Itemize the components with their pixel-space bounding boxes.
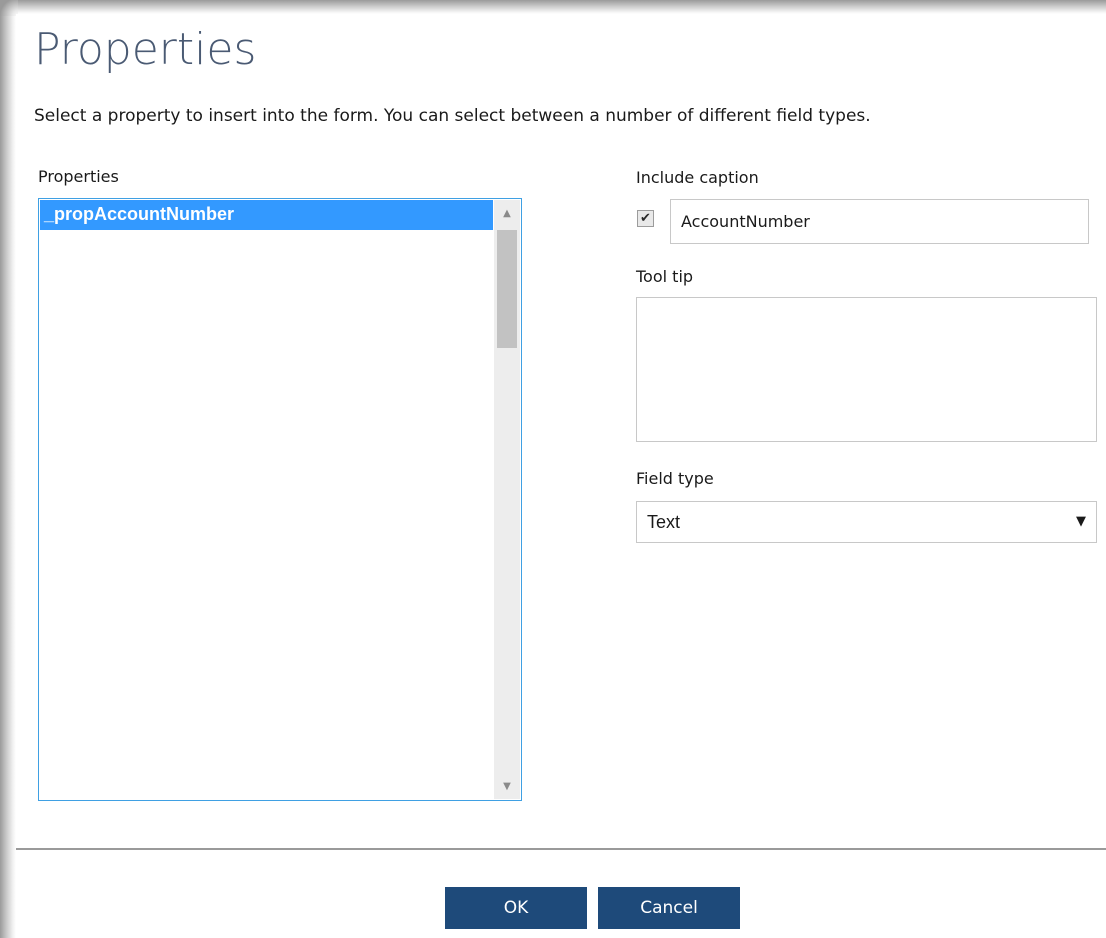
caption-input[interactable]: [670, 199, 1089, 244]
include-caption-label: Include caption: [636, 168, 759, 187]
field-type-select[interactable]: Text ▼: [636, 501, 1097, 543]
scroll-thumb[interactable]: [497, 230, 517, 348]
scroll-up-arrow-icon[interactable]: ▲: [494, 200, 520, 226]
list-scrollbar[interactable]: ▲ ▼: [494, 200, 520, 799]
tooltip-textarea[interactable]: [636, 297, 1097, 442]
properties-list-label: Properties: [38, 167, 119, 186]
ok-button[interactable]: OK: [445, 887, 587, 929]
footer-divider: [16, 848, 1106, 850]
tooltip-label: Tool tip: [636, 267, 694, 286]
scroll-down-arrow-icon[interactable]: ▼: [494, 773, 520, 799]
properties-listbox[interactable]: _propAccountNumber ▲ ▼: [38, 198, 522, 801]
dialog-description: Select a property to insert into the for…: [34, 106, 871, 126]
field-type-value: Text: [647, 512, 681, 532]
properties-dialog: Properties Select a property to insert i…: [16, 14, 1106, 938]
cancel-button[interactable]: Cancel: [598, 887, 740, 929]
field-type-label: Field type: [636, 469, 714, 488]
window-shadow-left: [0, 0, 16, 938]
checkmark-icon: ✔: [640, 211, 651, 226]
dropdown-arrow-icon: ▼: [1076, 514, 1086, 529]
include-caption-checkbox[interactable]: ✔: [637, 210, 654, 227]
dialog-title: Properties: [34, 24, 257, 75]
list-item[interactable]: _propAccountNumber: [40, 200, 493, 230]
window-shadow-top: [0, 0, 1106, 14]
